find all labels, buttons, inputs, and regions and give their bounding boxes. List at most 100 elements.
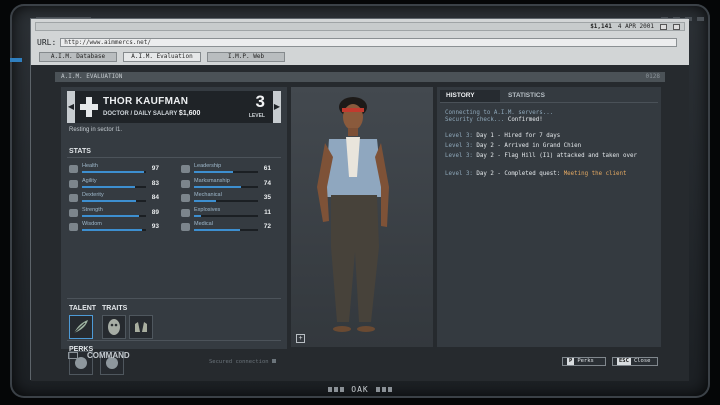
browser-tabs: A.I.M. Database A.I.M. Evaluation I.M.P.…: [39, 52, 285, 62]
stat-label: Strength: [82, 206, 103, 213]
stat-value: 35: [263, 194, 271, 201]
page-title: A.I.M. EVALUATION: [61, 73, 123, 80]
date-display: 4 APR 2001: [617, 23, 654, 30]
tab-aim-database[interactable]: A.I.M. Database: [39, 52, 117, 62]
merc-name: THOR KAUFMAN: [103, 96, 189, 107]
command-icon: [68, 352, 78, 359]
url-input[interactable]: http://www.aimmercs.net/: [60, 37, 677, 47]
log-connecting: Connecting to A.I.M. servers...: [445, 110, 554, 116]
stat-bar: [194, 185, 258, 188]
explosive-icon: [181, 208, 190, 217]
merc-level: 3: [255, 92, 265, 111]
stat-bar-fill: [82, 200, 136, 202]
title-bar: $1,141 4 APR 2001: [35, 22, 685, 31]
stat-label: Explosives: [194, 206, 221, 213]
stat-agility: Agility 83: [69, 177, 165, 191]
stat-bar-fill: [194, 171, 234, 173]
close-button[interactable]: ESC Close: [612, 357, 658, 366]
stats-heading: STATS: [69, 148, 91, 155]
command-label: COMMAND: [87, 351, 130, 360]
secured-label: Secured connection: [209, 359, 269, 365]
perks-key: P: [567, 358, 575, 365]
page-content: A.I.M. EVALUATION 0128 ◀ THOR KAUFMAN DO…: [31, 65, 689, 381]
brain-icon: [69, 223, 78, 231]
heart-icon: [69, 165, 78, 173]
merc-status: Resting in sector I1.: [69, 127, 123, 133]
stat-label: Marksmanship: [194, 177, 230, 184]
tab-statistics[interactable]: STATISTICS: [502, 90, 562, 102]
crosshair-icon: [181, 179, 190, 188]
stat-label: Dexterity: [82, 192, 104, 198]
stat-leadership: Leadership 61: [181, 163, 277, 176]
tab-history[interactable]: HISTORY: [440, 90, 500, 102]
stat-explosives: Explosives 11: [181, 206, 277, 220]
gear-icon: [181, 194, 190, 202]
stat-label: Mechanical: [194, 192, 222, 198]
log-entry: Level 3: Day 2 - Flag Hill (I1) attacked…: [445, 153, 655, 160]
log-confirmed: Confirmed!: [507, 117, 543, 123]
stat-wisdom: Wisdom 93: [69, 221, 165, 234]
page-header: A.I.M. EVALUATION 0128: [55, 72, 665, 82]
stat-bar: [82, 185, 146, 188]
close-window-button[interactable]: [673, 23, 680, 30]
stat-value: 83: [151, 179, 159, 187]
perks-label: Perks: [577, 358, 594, 364]
log-entry-text: Day 2 - Arrived in Grand Chien: [476, 143, 582, 149]
merc-figure-icon: [317, 97, 389, 332]
zoom-portrait-button[interactable]: +: [296, 334, 305, 343]
stat-bar: [194, 200, 258, 202]
minimize-button[interactable]: [660, 23, 667, 30]
log-entry-prefix: Level 3:: [445, 153, 477, 159]
merc-level-label: LEVEL: [248, 113, 265, 119]
log-security-text: Security check...: [445, 117, 508, 123]
herb-icon: [73, 320, 88, 334]
trait-slot-1[interactable]: [102, 315, 126, 339]
agility-icon: [69, 179, 78, 188]
perks-button[interactable]: P Perks: [562, 357, 606, 366]
money-display: $1,141: [590, 23, 612, 30]
lock-icon: [271, 359, 276, 363]
stat-bar-fill: [82, 214, 139, 217]
stat-label: Leadership: [194, 163, 222, 169]
leadership-icon: [181, 165, 190, 173]
tab-underline: [440, 102, 658, 103]
stat-label: Wisdom: [82, 221, 102, 227]
stat-label: Agility: [82, 177, 97, 184]
stat-bar: [82, 200, 146, 202]
stat-bar: [82, 171, 146, 173]
merc-role: DOCTOR / DAILY SALARY: [103, 111, 178, 117]
log-entry-prefix: Level 3:: [445, 171, 477, 177]
url-row: URL: http://www.aimmercs.net/: [37, 36, 677, 48]
stat-medical: Medical 72: [181, 221, 277, 234]
stat-bar-fill: [82, 171, 145, 173]
history-panel: HISTORY STATISTICS Connecting to A.I.M. …: [437, 87, 661, 347]
talent-divider: [67, 298, 281, 299]
stat-bar-fill: [194, 214, 202, 217]
stat-label: Medical: [194, 221, 213, 227]
hands-icon: [135, 322, 147, 332]
tab-aim-evaluation[interactable]: A.I.M. Evaluation: [123, 52, 201, 62]
browser-chrome: $1,141 4 APR 2001 URL: http://www.aimmer…: [31, 19, 689, 65]
prev-merc-button[interactable]: ◀: [67, 91, 75, 123]
stat-value: 84: [151, 194, 159, 201]
secured-connection: Secured connection: [209, 359, 276, 365]
stat-bar: [194, 214, 258, 217]
quest-link[interactable]: Meeting the client: [564, 171, 627, 177]
merc-role-line: DOCTOR / DAILY SALARY $1,600: [103, 110, 200, 117]
next-merc-button[interactable]: ▶: [273, 91, 281, 123]
doctor-cross-icon: [80, 97, 98, 117]
stat-bar-fill: [82, 185, 136, 188]
log-entry: Level 3: Day 2 - Arrived in Grand Chien: [445, 143, 655, 150]
merc-name-box: ◀ THOR KAUFMAN DOCTOR / DAILY SALARY $1,…: [67, 91, 281, 123]
trait-slot-2[interactable]: [129, 315, 153, 339]
log-entry: Level 3: Day 1 - Hired for 7 days: [445, 133, 655, 140]
stat-value: 97: [151, 165, 159, 172]
stat-bar-fill: [82, 229, 142, 231]
talent-slot[interactable]: [69, 315, 93, 339]
url-label: URL:: [37, 37, 57, 47]
hand-icon: [69, 194, 78, 202]
log-entry: Level 3: Day 2 - Completed quest: Meetin…: [445, 171, 655, 178]
log-security: Security check... Confirmed!: [445, 117, 655, 124]
stat-value: 93: [151, 223, 159, 230]
tab-imp-web[interactable]: I.M.P. Web: [207, 52, 285, 62]
